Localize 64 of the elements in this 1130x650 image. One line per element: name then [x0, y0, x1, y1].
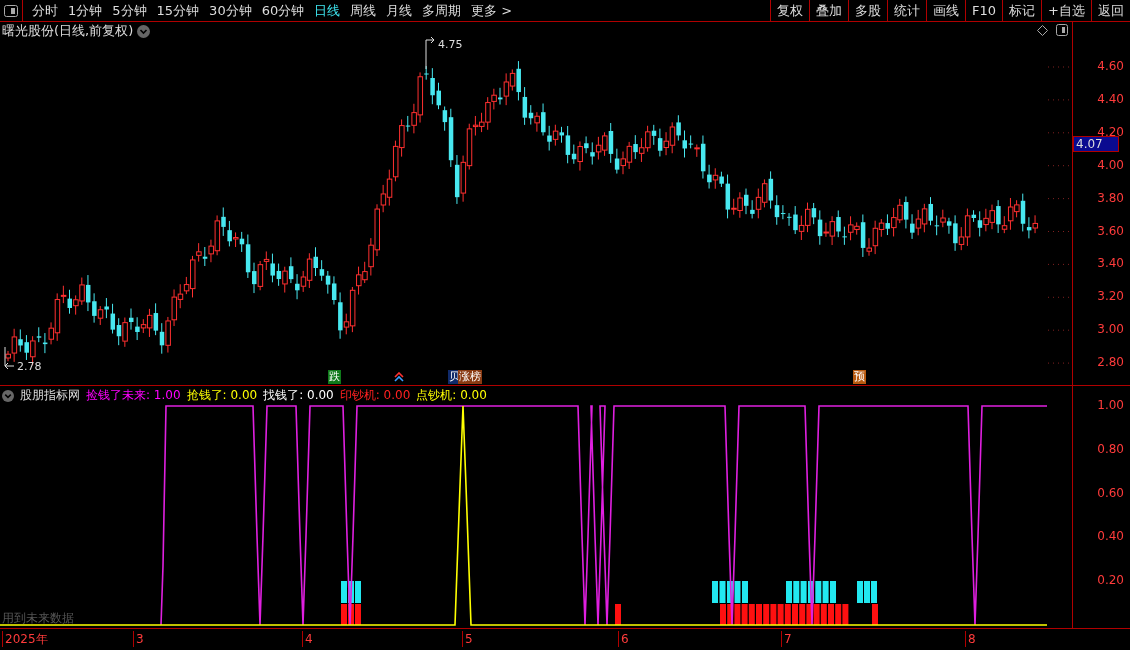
- axis-label: 1.00: [1097, 398, 1124, 412]
- axis-label: 0.60: [1097, 485, 1124, 500]
- diamond-icon[interactable]: [1037, 24, 1048, 36]
- pointer-line: [4, 346, 15, 370]
- period-tab[interactable]: 30分钟: [204, 1, 257, 20]
- axis-label: 3.60: [1097, 223, 1124, 238]
- date-label: 8: [965, 631, 976, 647]
- toolbar-button[interactable]: 复权: [770, 0, 810, 21]
- pointer-line: [425, 36, 435, 70]
- period-tab[interactable]: 5分钟: [107, 1, 152, 20]
- axis-label: 4.20: [1097, 124, 1124, 139]
- chevron-down-icon[interactable]: [2, 389, 14, 402]
- axis-label: 0.40: [1097, 529, 1124, 544]
- current-price-tag: 4.07: [1073, 136, 1119, 152]
- indicator-name: 股朋指标网: [20, 387, 80, 404]
- low-price-label: 2.78: [17, 360, 42, 373]
- toolbar-button[interactable]: 多股: [848, 0, 888, 21]
- period-tab[interactable]: 月线: [381, 1, 418, 20]
- axis-label: 3.80: [1097, 190, 1124, 205]
- signal-tag: 涨榜: [458, 370, 482, 384]
- date-label: 3: [133, 631, 144, 647]
- more-menu[interactable]: 更多 >: [466, 1, 518, 20]
- toolbar-button[interactable]: 叠加: [809, 0, 849, 21]
- period-tab[interactable]: 周线: [345, 1, 382, 20]
- toolbar-button[interactable]: F10: [965, 0, 1003, 21]
- date-label: 7: [781, 631, 792, 647]
- legend-value: 捡钱了未来: 1.00: [86, 387, 181, 404]
- toolbar-button[interactable]: 标记: [1002, 0, 1042, 21]
- axis-label: 4.60: [1097, 59, 1124, 73]
- panel-toggle-icon[interactable]: [4, 4, 18, 17]
- period-tab[interactable]: 15分钟: [151, 1, 205, 20]
- legend-value: 找钱了: 0.00: [263, 387, 334, 404]
- chevron-down-icon[interactable]: [137, 24, 151, 38]
- toolbar-button[interactable]: 画线: [926, 0, 966, 21]
- warning-note: 用到未来数据: [2, 610, 74, 627]
- axis-label: 4.40: [1097, 91, 1124, 106]
- legend-value: 抢钱了: 0.00: [186, 387, 258, 404]
- axis-label: 3.20: [1097, 289, 1124, 304]
- axis-label: 3.00: [1097, 322, 1124, 337]
- signal-tag: 预: [853, 370, 866, 384]
- date-label: 2025年: [2, 631, 48, 647]
- axis-label: 4.00: [1097, 157, 1124, 172]
- legend-value: 点钞机: 0.00: [416, 387, 487, 404]
- legend-value: 印钞机: 0.00: [339, 387, 411, 404]
- date-label: 6: [618, 631, 629, 647]
- period-tab[interactable]: 日线: [309, 1, 346, 20]
- toolbar-button[interactable]: 统计: [887, 0, 927, 21]
- signal-tag: 跌: [328, 370, 341, 384]
- period-tab[interactable]: 1分钟: [63, 1, 108, 20]
- period-tab[interactable]: 60分钟: [256, 1, 310, 20]
- axis-label: 0.80: [1097, 441, 1124, 456]
- axis-label: 2.80: [1097, 355, 1124, 370]
- chart-title: 曙光股份(日线,前复权): [2, 22, 134, 40]
- toolbar-button[interactable]: 返回: [1091, 0, 1130, 21]
- axis-label: 3.40: [1097, 256, 1124, 271]
- period-tab[interactable]: 分时: [27, 1, 63, 20]
- panel-toggle-icon[interactable]: [1056, 24, 1068, 36]
- date-label: 5: [462, 631, 473, 647]
- date-label: 4: [302, 631, 313, 647]
- axis-label: 0.20: [1097, 573, 1124, 587]
- double-chevron-up-icon: [394, 372, 404, 382]
- high-price-label: 4.75: [438, 38, 463, 51]
- toolbar-button[interactable]: +自选: [1041, 0, 1091, 21]
- period-tab[interactable]: 多周期: [417, 1, 467, 20]
